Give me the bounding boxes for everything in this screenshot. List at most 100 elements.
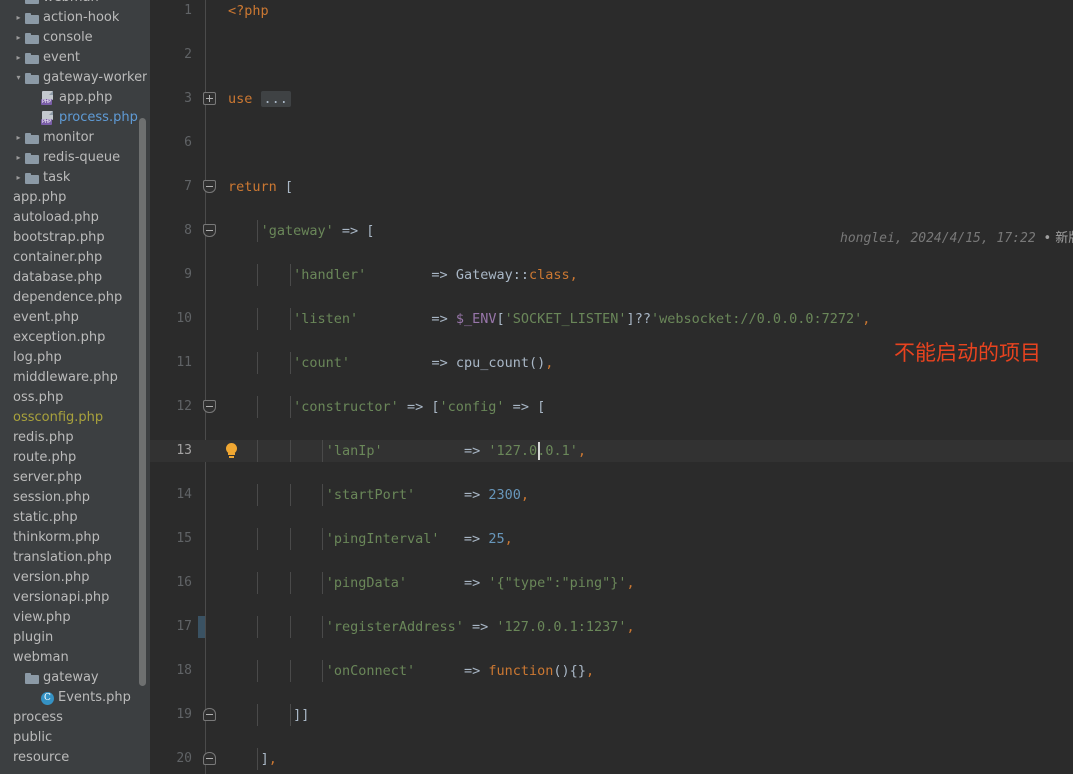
folder-icon	[25, 132, 39, 144]
tree-item-plugin[interactable]: plugin	[0, 628, 150, 648]
code-line[interactable]: 10 'listen' => $_ENV['SOCKET_LISTEN']??'…	[150, 308, 1073, 330]
tree-item-task[interactable]: task	[0, 168, 150, 188]
tree-item-redis-queue[interactable]: redis-queue	[0, 148, 150, 168]
php-file-icon: PHP	[41, 111, 55, 125]
tree-item-event[interactable]: event	[0, 48, 150, 68]
tree-item-event-php[interactable]: event.php	[0, 308, 150, 328]
code-text[interactable]: use ...	[228, 88, 291, 110]
code-text[interactable]: 'registerAddress' => '127.0.0.1:1237',	[228, 616, 635, 638]
code-text[interactable]: 'listen' => $_ENV['SOCKET_LISTEN']??'web…	[228, 308, 870, 330]
code-line[interactable]: 19 ]]	[150, 704, 1073, 726]
php-file-icon: PHP	[41, 91, 55, 105]
code-line[interactable]: 14 'startPort' => 2300,	[150, 484, 1073, 506]
tree-item-dependence-php[interactable]: dependence.php	[0, 288, 150, 308]
project-file-tree[interactable]: webman action-hook console event gateway-wor…	[0, 0, 150, 768]
chevron-right-icon[interactable]	[12, 128, 25, 148]
tree-item-gateway[interactable]: gateway	[0, 668, 150, 688]
code-line[interactable]: 20 ],	[150, 748, 1073, 770]
tree-item-route-php[interactable]: route.php	[0, 448, 150, 468]
code-fold-toggle[interactable]	[203, 180, 216, 193]
tree-item-gateway-worker[interactable]: gateway-worker	[0, 68, 150, 88]
tree-item-events-php[interactable]: C Events.php	[0, 688, 150, 708]
tree-item-public[interactable]: public	[0, 728, 150, 748]
code-line[interactable]: 1 <?php	[150, 0, 1073, 22]
folder-icon	[25, 12, 39, 24]
code-text[interactable]: 'onConnect' => function(){},	[228, 660, 594, 682]
tree-item-bootstrap-php[interactable]: bootstrap.php	[0, 228, 150, 248]
code-line[interactable]: 16 'pingData' => '{"type":"ping"}',	[150, 572, 1073, 594]
tree-item-session-php[interactable]: session.php	[0, 488, 150, 508]
project-tree-panel[interactable]: webman action-hook console event gateway-wor…	[0, 0, 150, 774]
tree-item-label: middleware.php	[13, 370, 118, 385]
chevron-right-icon[interactable]	[12, 8, 25, 28]
code-text[interactable]: 'startPort' => 2300,	[228, 484, 529, 506]
tree-item-view-php[interactable]: view.php	[0, 608, 150, 628]
code-line[interactable]: 17 'registerAddress' => '127.0.0.1:1237'…	[150, 616, 1073, 638]
tree-item-static-php[interactable]: static.php	[0, 508, 150, 528]
git-blame-annotation[interactable]: honglei, 2024/4/15, 17:22 • 新版本	[840, 228, 1073, 250]
tree-item-resource[interactable]: resource	[0, 748, 150, 768]
code-line[interactable]: 7 return [	[150, 176, 1073, 198]
code-line[interactable]: 18 'onConnect' => function(){},	[150, 660, 1073, 682]
tree-item-database-php[interactable]: database.php	[0, 268, 150, 288]
chevron-down-icon[interactable]	[12, 68, 25, 88]
tree-item-monitor[interactable]: monitor	[0, 128, 150, 148]
vcs-change-marker[interactable]	[198, 616, 205, 638]
tree-item-app-php[interactable]: PHP app.php	[0, 88, 150, 108]
tree-item-webman[interactable]: webman	[0, 648, 150, 668]
code-text[interactable]: ]]	[228, 704, 309, 726]
code-line[interactable]: 12 'constructor' => ['config' => [	[150, 396, 1073, 418]
chevron-right-icon[interactable]	[12, 48, 25, 68]
code-text[interactable]: 'pingInterval' => 25,	[228, 528, 513, 550]
code-fold-toggle[interactable]	[203, 92, 216, 105]
tree-item-server-php[interactable]: server.php	[0, 468, 150, 488]
tree-item-process[interactable]: process	[0, 708, 150, 728]
tree-item-exception-php[interactable]: exception.php	[0, 328, 150, 348]
code-text[interactable]: 'constructor' => ['config' => [	[228, 396, 545, 418]
code-text[interactable]: <?php	[228, 0, 269, 22]
tree-item-autoload-php[interactable]: autoload.php	[0, 208, 150, 228]
tree-item-oss-php[interactable]: oss.php	[0, 388, 150, 408]
tree-item-log-php[interactable]: log.php	[0, 348, 150, 368]
tree-item-app-php[interactable]: app.php	[0, 188, 150, 208]
code-text[interactable]: ],	[228, 748, 277, 770]
chevron-right-icon[interactable]	[12, 168, 25, 188]
chevron-right-icon[interactable]	[12, 28, 25, 48]
chevron-right-icon[interactable]	[12, 148, 25, 168]
tree-item-versionapi-php[interactable]: versionapi.php	[0, 588, 150, 608]
class-icon: C	[41, 691, 54, 705]
tree-item-webman[interactable]: webman	[0, 0, 150, 8]
tree-item-translation-php[interactable]: translation.php	[0, 548, 150, 568]
tree-item-label: log.php	[13, 350, 62, 365]
tree-item-thinkorm-php[interactable]: thinkorm.php	[0, 528, 150, 548]
tree-item-label: action-hook	[43, 10, 120, 25]
code-fold-toggle[interactable]	[203, 224, 216, 237]
code-editor[interactable]: 1 <?php 2 3 use ... 6 7 return [8 'gateway' => …	[150, 0, 1073, 774]
code-fold-toggle[interactable]	[203, 752, 216, 765]
code-text[interactable]: 'count' => cpu_count(),	[228, 352, 553, 374]
code-line[interactable]: 9 'handler' => Gateway::class,	[150, 264, 1073, 286]
code-text[interactable]: 'handler' => Gateway::class,	[228, 264, 578, 286]
tree-item-redis-php[interactable]: redis.php	[0, 428, 150, 448]
code-fold-toggle[interactable]	[203, 708, 216, 721]
tree-item-action-hook[interactable]: action-hook	[0, 8, 150, 28]
code-line[interactable]: 13 'lanIp' => '127.0.0.1',	[150, 440, 1073, 462]
tree-item-ossconfig-php[interactable]: ossconfig.php	[0, 408, 150, 428]
tree-item-middleware-php[interactable]: middleware.php	[0, 368, 150, 388]
sidebar-vertical-scrollbar[interactable]	[139, 118, 146, 686]
code-line[interactable]: 2	[150, 44, 1073, 66]
code-line[interactable]: 15 'pingInterval' => 25,	[150, 528, 1073, 550]
editor-lines[interactable]: 1 <?php 2 3 use ... 6 7 return [8 'gateway' => …	[150, 0, 1073, 770]
tree-item-version-php[interactable]: version.php	[0, 568, 150, 588]
code-text[interactable]: return [	[228, 176, 293, 198]
code-fold-toggle[interactable]	[203, 400, 216, 413]
tree-item-console[interactable]: console	[0, 28, 150, 48]
tree-item-label: webman	[43, 0, 99, 8]
tree-item-process-php[interactable]: PHP process.php	[0, 108, 150, 128]
code-line[interactable]: 3 use ...	[150, 88, 1073, 110]
code-line[interactable]: 6	[150, 132, 1073, 154]
code-text[interactable]: 'gateway' => [	[228, 220, 375, 242]
tree-item-container-php[interactable]: container.php	[0, 248, 150, 268]
code-text[interactable]: 'pingData' => '{"type":"ping"}',	[228, 572, 635, 594]
code-text[interactable]: 'lanIp' => '127.0.0.1',	[228, 440, 586, 462]
